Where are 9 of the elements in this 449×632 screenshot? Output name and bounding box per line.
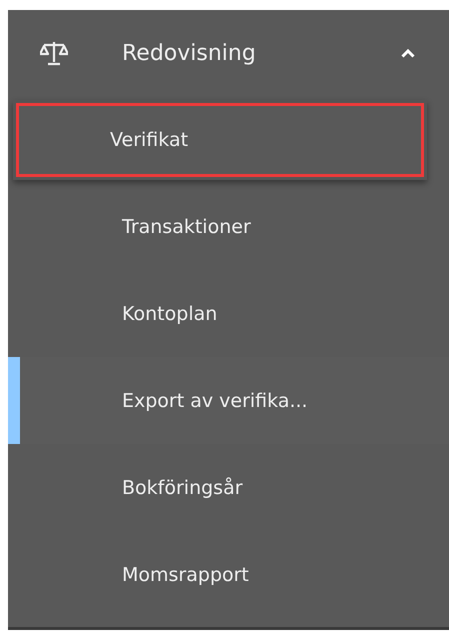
section-header[interactable]: Redovisning [8,10,449,96]
section-title: Redovisning [122,40,257,66]
menu-item[interactable]: Kontoplan [8,270,449,357]
menu-item[interactable]: Verifikat [13,100,427,180]
menu-item[interactable]: Momsrapport [8,531,449,618]
menu-item[interactable]: Transaktioner [8,183,449,270]
caret-icon [401,48,415,58]
scales-icon [40,40,68,66]
menu-item[interactable]: Bokföringsår [8,444,449,531]
